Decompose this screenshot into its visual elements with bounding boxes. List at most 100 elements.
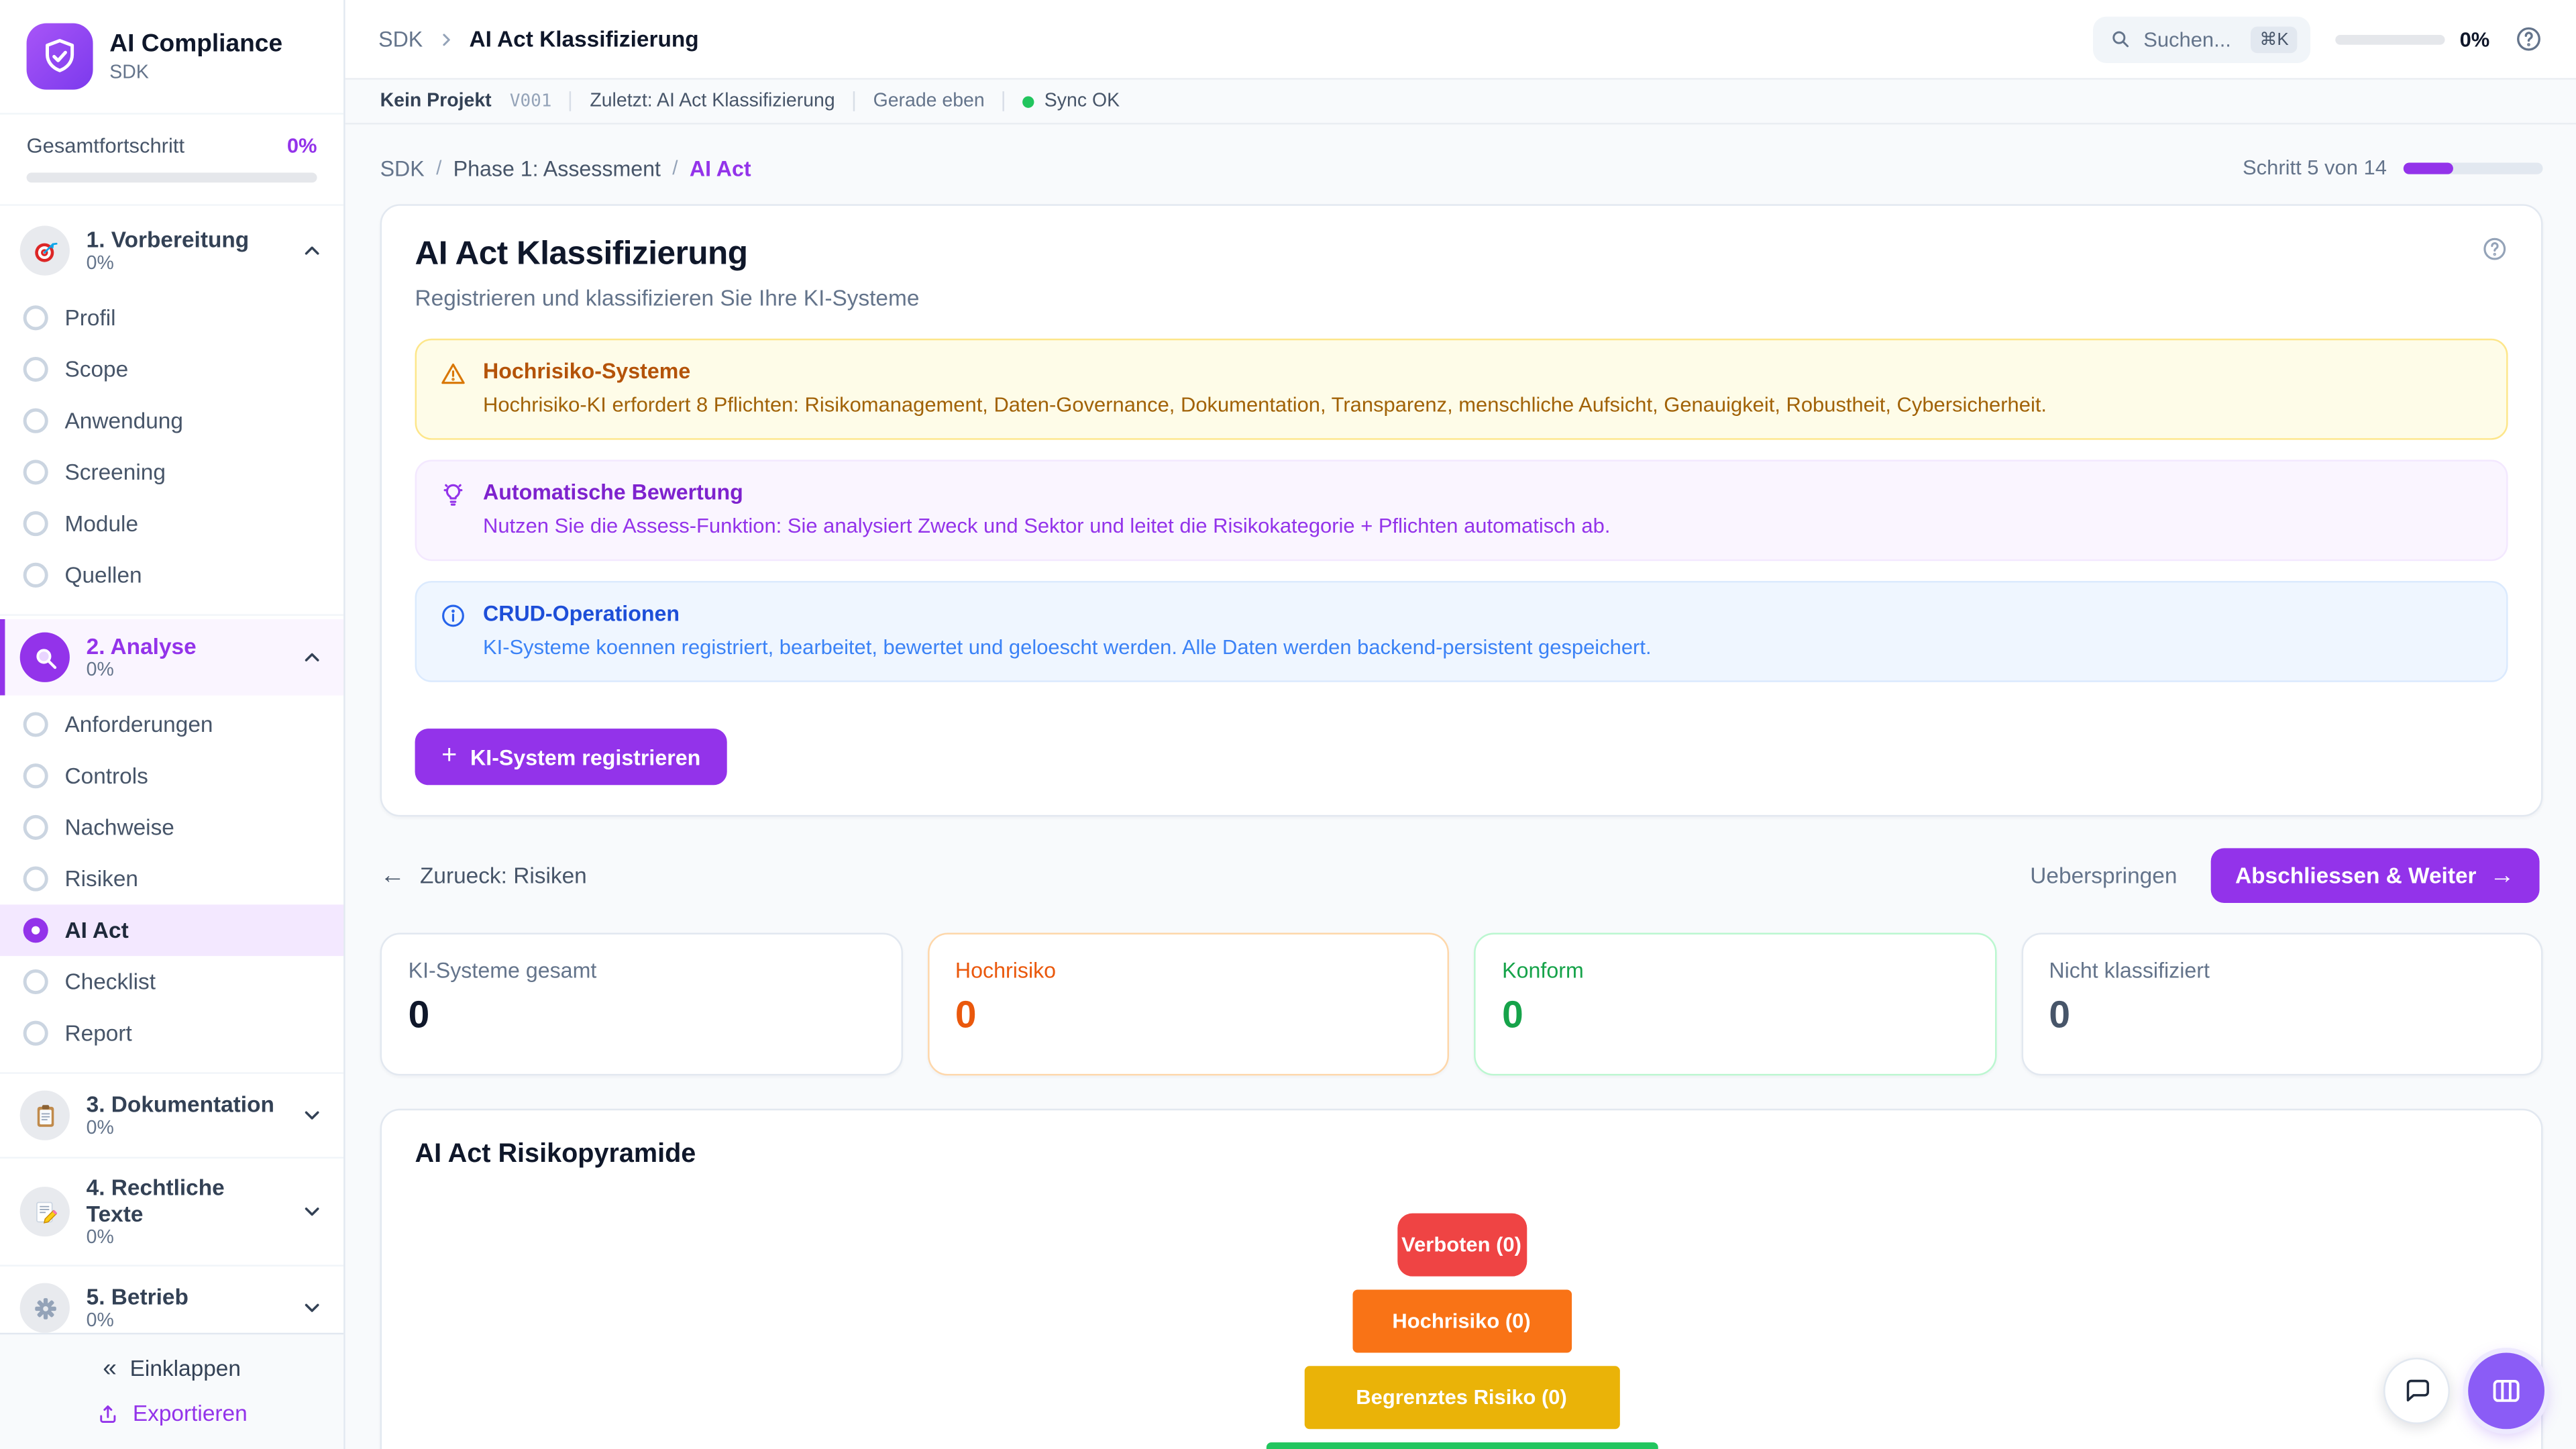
app-title-block: AI Compliance SDK xyxy=(109,30,282,83)
radio-icon xyxy=(23,409,48,433)
export-button[interactable]: Exportieren xyxy=(96,1401,247,1426)
section-header-dokumentation[interactable]: 3. Dokumentation 0% xyxy=(0,1077,343,1154)
search-icon xyxy=(2110,28,2132,50)
timestamp: Gerade eben xyxy=(873,91,985,111)
skip-button[interactable]: Ueberspringen xyxy=(2030,864,2177,889)
sidebar-item-report[interactable]: Report xyxy=(0,1008,343,1059)
workflow-crumb-phase[interactable]: Phase 1: Assessment xyxy=(453,155,661,180)
panel-toggle-button[interactable] xyxy=(2468,1352,2544,1429)
collapse-sidebar-button[interactable]: « Einklappen xyxy=(103,1356,241,1381)
clipboard-icon xyxy=(20,1091,70,1140)
topbar-progress: 0% xyxy=(2335,28,2489,51)
complete-next-button[interactable]: Abschliessen & Weiter → xyxy=(2210,849,2540,904)
radio-selected-icon xyxy=(23,918,48,943)
sidebar-item-ai-act[interactable]: AI Act xyxy=(0,904,343,956)
sidebar-item-risiken[interactable]: Risiken xyxy=(0,853,343,905)
sidebar-item-controls[interactable]: Controls xyxy=(0,750,343,802)
section-label: 2. Analyse xyxy=(87,633,197,659)
help-icon[interactable] xyxy=(2514,25,2542,53)
sidebar-nav: 1. Vorbereitung 0% Profil Scope Anwendun… xyxy=(0,206,343,1333)
radio-icon xyxy=(23,511,48,536)
sidebar-item-anforderungen[interactable]: Anforderungen xyxy=(0,699,343,751)
sidebar-item-module[interactable]: Module xyxy=(0,498,343,549)
collapse-label: Einklappen xyxy=(130,1356,241,1381)
section-progress: 0% xyxy=(87,1119,274,1139)
radio-icon xyxy=(23,815,48,840)
item-label: Quellen xyxy=(64,563,142,588)
topbar-progress-bar xyxy=(2335,34,2445,44)
item-label: AI Act xyxy=(64,918,128,943)
section-header-rechtliche-texte[interactable]: 4. Rechtliche Texte 0% xyxy=(0,1162,343,1262)
alert-title: CRUD-Operationen xyxy=(483,601,1652,626)
statusbar: Kein Projekt V001 Zuletzt: AI Act Klassi… xyxy=(345,80,2576,125)
export-label: Exportieren xyxy=(133,1401,248,1426)
breadcrumb-root[interactable]: SDK xyxy=(378,27,423,52)
intro-title-row: AI Act Klassifizierung xyxy=(415,235,2508,274)
breadcrumb: SDK AI Act Klassifizierung xyxy=(378,27,699,52)
radio-icon xyxy=(23,305,48,330)
item-label: Report xyxy=(64,1021,131,1046)
step-label: Schritt 5 von 14 xyxy=(2243,156,2387,180)
pyramid-level-minimales-risiko: Minimales Risiko (0) xyxy=(1266,1443,1658,1449)
step-nav-right: Ueberspringen Abschliessen & Weiter → xyxy=(2030,849,2539,904)
chat-button[interactable] xyxy=(2383,1358,2450,1424)
item-label: Module xyxy=(64,511,138,536)
stat-label: Hochrisiko xyxy=(955,959,1421,983)
warning-icon xyxy=(440,360,467,387)
section-header-vorbereitung[interactable]: 1. Vorbereitung 0% xyxy=(0,213,343,289)
project-name: Kein Projekt xyxy=(380,91,492,111)
section-betrieb: 5. Betrieb 0% xyxy=(0,1267,343,1333)
section-vorbereitung: 1. Vorbereitung 0% Profil Scope Anwendun… xyxy=(0,209,343,616)
register-system-button[interactable]: + KI-System registrieren xyxy=(415,729,727,786)
workflow-crumb-root[interactable]: SDK xyxy=(380,155,425,180)
step-nav-row: ← Zurueck: Risiken Ueberspringen Abschli… xyxy=(380,849,2540,904)
sidebar-item-screening[interactable]: Screening xyxy=(0,447,343,498)
risk-pyramid: Verboten (0) Hochrisiko (0) Begrenztes R… xyxy=(415,1214,2508,1449)
last-step-text: Zuletzt: AI Act Klassifizierung xyxy=(590,91,835,111)
sidebar-item-scope[interactable]: Scope xyxy=(0,343,343,395)
page-title: AI Act Klassifizierung xyxy=(415,235,748,274)
step-progress: Schritt 5 von 14 xyxy=(2243,156,2542,180)
chevron-down-icon xyxy=(301,1200,324,1224)
stat-card-gesamt: KI-Systeme gesamt 0 xyxy=(380,933,902,1076)
alert-automatische-bewertung: Automatische Bewertung Nutzen Sie die As… xyxy=(415,460,2508,561)
section-header-analyse[interactable]: 2. Analyse 0% xyxy=(0,619,343,696)
stat-card-hochrisiko: Hochrisiko 0 xyxy=(927,933,1449,1076)
chevron-up-icon xyxy=(301,239,324,262)
search-box[interactable]: ⌘K xyxy=(2094,16,2310,62)
app-logo xyxy=(27,23,93,90)
alert-title: Hochrisiko-Systeme xyxy=(483,358,2047,383)
radio-icon xyxy=(23,563,48,588)
sidebar-item-nachweise[interactable]: Nachweise xyxy=(0,802,343,853)
target-icon xyxy=(20,225,70,275)
step-progress-bar xyxy=(2404,162,2543,173)
overall-progress-value: 0% xyxy=(287,134,317,158)
sidebar-item-profil[interactable]: Profil xyxy=(0,292,343,343)
overall-progress: Gesamtfortschritt 0% xyxy=(0,115,343,206)
section-progress: 0% xyxy=(87,661,197,681)
overall-progress-label: Gesamtfortschritt xyxy=(27,134,184,158)
alert-body: Nutzen Sie die Assess-Funktion: Sie anal… xyxy=(483,511,1610,541)
chevron-down-icon xyxy=(301,1104,324,1127)
search-input[interactable] xyxy=(2143,28,2240,51)
app-window: AI Compliance SDK Gesamtfortschritt 0% xyxy=(0,0,2576,1449)
sidebar-item-quellen[interactable]: Quellen xyxy=(0,549,343,601)
arrow-right-icon: → xyxy=(2489,864,2514,889)
section-items: Anforderungen Controls Nachweise Risiken… xyxy=(0,696,343,1069)
help-icon[interactable] xyxy=(2481,235,2508,262)
radio-icon xyxy=(23,712,48,737)
breadcrumb-current: AI Act Klassifizierung xyxy=(470,27,699,52)
plus-icon: + xyxy=(441,744,457,771)
info-icon xyxy=(440,603,467,630)
item-label: Controls xyxy=(64,763,148,788)
back-button[interactable]: ← Zurueck: Risiken xyxy=(380,864,587,889)
sidebar-item-checklist[interactable]: Checklist xyxy=(0,956,343,1008)
topbar-progress-value: 0% xyxy=(2460,28,2490,51)
main-column: SDK AI Act Klassifizierung ⌘K 0% xyxy=(345,0,2576,1449)
section-header-betrieb[interactable]: 5. Betrieb 0% xyxy=(0,1270,343,1333)
sidebar-item-anwendung[interactable]: Anwendung xyxy=(0,395,343,447)
section-progress: 0% xyxy=(87,254,250,274)
pyramid-level-hochrisiko: Hochrisiko (0) xyxy=(1352,1290,1571,1353)
version-badge: V001 xyxy=(510,91,552,111)
item-label: Screening xyxy=(64,460,165,484)
